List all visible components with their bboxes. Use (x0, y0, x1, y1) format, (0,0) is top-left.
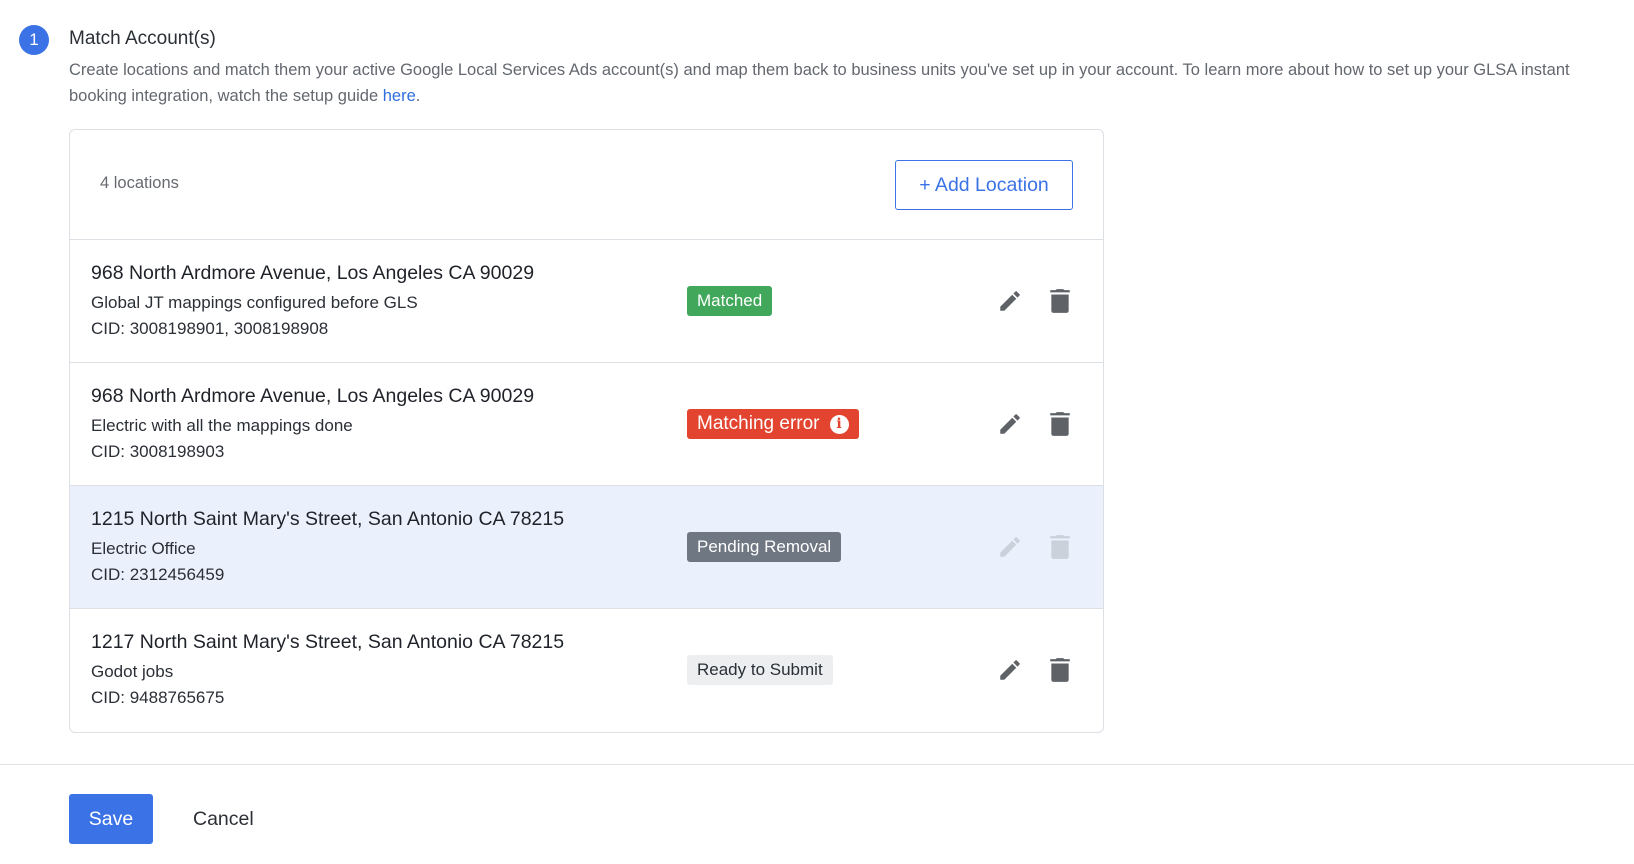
locations-count: 4 locations (100, 174, 179, 192)
location-description: Electric Office (91, 539, 196, 558)
status-badge-label: Ready to Submit (697, 660, 823, 679)
pencil-icon[interactable] (996, 410, 1024, 438)
status-badge[interactable]: Matching error i (687, 409, 859, 439)
section-title: Match Account(s) (69, 28, 216, 49)
pencil-icon[interactable] (996, 287, 1024, 315)
locations-card: 4 locations + Add Location 968 North Ard… (69, 129, 1104, 733)
save-button[interactable]: Save (69, 794, 153, 844)
location-cid: CID: 2312456459 (91, 565, 225, 584)
location-row: 968 North Ardmore Avenue, Los Angeles CA… (70, 363, 1103, 486)
location-description: Global JT mappings configured before GLS (91, 293, 418, 312)
location-address: 1215 North Saint Mary's Street, San Anto… (91, 508, 565, 530)
location-cid: CID: 3008198903 (91, 442, 225, 461)
location-address: 1217 North Saint Mary's Street, San Anto… (91, 631, 565, 653)
info-icon[interactable]: i (829, 414, 849, 434)
pencil-icon (996, 533, 1024, 561)
step-number-badge: 1 (19, 25, 49, 55)
description-text: Create locations and match them your act… (69, 61, 1570, 105)
location-address: 968 North Ardmore Avenue, Los Angeles CA… (91, 385, 535, 407)
section-description: Create locations and match them your act… (69, 57, 1609, 109)
locations-card-header: 4 locations + Add Location (70, 130, 1103, 240)
status-badge-label: Matching error (697, 413, 820, 434)
cancel-button[interactable]: Cancel (176, 794, 271, 844)
location-cid: CID: 3008198901, 3008198908 (91, 319, 329, 338)
pencil-icon[interactable] (996, 656, 1024, 684)
status-badge: Matched (687, 286, 773, 316)
location-row: 1215 North Saint Mary's Street, San Anto… (70, 486, 1103, 609)
location-address: 968 North Ardmore Avenue, Los Angeles CA… (91, 262, 535, 284)
footer-divider (0, 764, 1634, 765)
trash-icon[interactable] (1046, 656, 1074, 684)
location-description: Electric with all the mappings done (91, 416, 353, 435)
location-cid: CID: 9488765675 (91, 688, 225, 707)
location-row: 968 North Ardmore Avenue, Los Angeles CA… (70, 240, 1103, 363)
location-description: Godot jobs (91, 662, 174, 681)
location-row: 1217 North Saint Mary's Street, San Anto… (70, 609, 1103, 732)
status-badge-label: Matched (697, 291, 763, 310)
status-badge: Pending Removal (687, 532, 842, 562)
trash-icon[interactable] (1046, 287, 1074, 315)
setup-guide-link[interactable]: here (383, 87, 416, 105)
description-end: . (415, 87, 421, 105)
status-badge-label: Pending Removal (697, 537, 832, 556)
add-location-button[interactable]: + Add Location (895, 160, 1073, 210)
trash-icon[interactable] (1046, 410, 1074, 438)
trash-icon (1046, 533, 1074, 561)
status-badge: Ready to Submit (687, 655, 833, 685)
